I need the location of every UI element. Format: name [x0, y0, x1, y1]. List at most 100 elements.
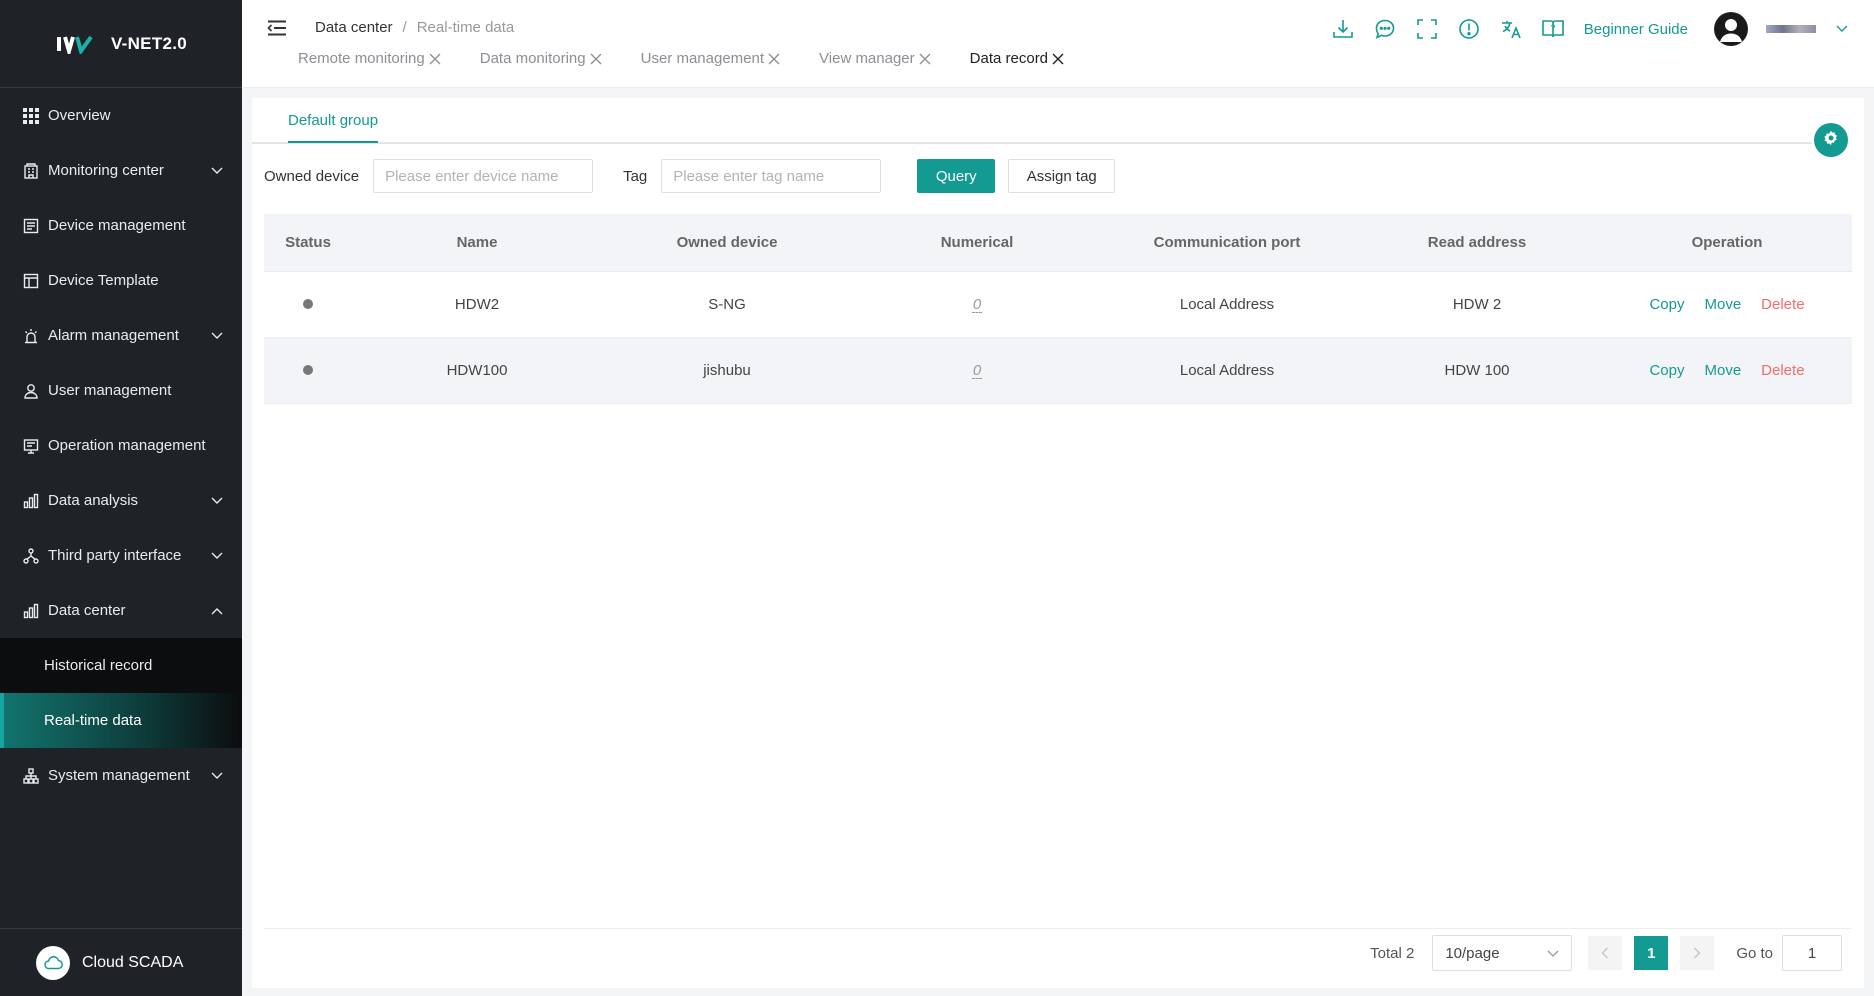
close-icon[interactable] [1051, 52, 1065, 66]
prev-page-button[interactable] [1588, 936, 1623, 970]
fullscreen-icon[interactable] [1414, 16, 1440, 42]
tab-remote-monitoring[interactable]: Remote monitoring [298, 50, 442, 67]
communication-port-cell: Local Address [1179, 362, 1275, 379]
pagination-divider [264, 928, 1852, 929]
copy-button[interactable]: Copy [1649, 296, 1684, 313]
logo[interactable]: V-NET2.0 [0, 0, 242, 88]
tab-data-monitoring[interactable]: Data monitoring [480, 50, 603, 67]
sidebar-item-label: Alarm management [48, 327, 179, 344]
sidebar-item-device-template[interactable]: Device Template [0, 253, 242, 308]
bar-chart-icon [22, 602, 40, 620]
sidebar-item-label: Historical record [44, 657, 153, 674]
sidebar-item-data-analysis[interactable]: Data analysis [0, 473, 242, 528]
sidebar-subitem-historical-record[interactable]: Historical record [0, 638, 242, 693]
goto-page-input[interactable] [1782, 935, 1842, 971]
sidebar-footer[interactable]: Cloud SCADA [0, 928, 242, 996]
tab-label: View manager [819, 50, 915, 67]
chevron-down-icon [210, 164, 224, 178]
name-cell: HDW2 [454, 296, 500, 313]
close-icon[interactable] [767, 52, 781, 66]
sidebar-item-overview[interactable]: Overview [0, 88, 242, 143]
chat-icon[interactable] [1372, 16, 1398, 42]
column-header-operation: Operation [1691, 234, 1763, 251]
sidebar-item-third-party-interface[interactable]: Third party interface [0, 528, 242, 583]
tab-user-management[interactable]: User management [641, 50, 781, 67]
sidebar-item-device-management[interactable]: Device management [0, 198, 242, 253]
tag-label: Tag [623, 167, 648, 185]
sidebar-item-system-management[interactable]: System management [0, 748, 242, 803]
chevron-down-icon[interactable] [1836, 22, 1850, 36]
status-cell [264, 296, 352, 313]
menu-toggle-icon[interactable] [266, 18, 288, 38]
help-book-icon[interactable]: ? [1540, 16, 1566, 42]
sidebar-item-label: Third party interface [48, 547, 182, 564]
app-name: V-NET2.0 [110, 33, 188, 53]
status-cell [264, 362, 352, 379]
bar-chart-icon [22, 492, 40, 510]
column-header-read-address: Read address [1427, 234, 1527, 251]
copy-button[interactable]: Copy [1649, 362, 1684, 379]
close-icon[interactable] [589, 52, 603, 66]
breadcrumb-separator: / [402, 19, 407, 36]
avatar[interactable] [1714, 12, 1748, 46]
breadcrumb-parent[interactable]: Data center [315, 19, 393, 36]
move-button[interactable]: Move [1704, 362, 1741, 379]
alert-icon[interactable] [1456, 16, 1482, 42]
query-button[interactable]: Query [917, 159, 996, 193]
settings-button[interactable] [1814, 123, 1848, 157]
sidebar-item-monitoring-center[interactable]: Monitoring center [0, 143, 242, 198]
page-size-select[interactable]: 10/page [1432, 935, 1573, 971]
pagination: Total 2 10/page 1 Go to [1370, 933, 1842, 973]
header-actions: ? Beginner Guide [1314, 12, 1850, 46]
assign-tag-button[interactable]: Assign tag [1008, 159, 1116, 193]
chevron-up-icon [210, 604, 224, 618]
page-number-current[interactable]: 1 [1634, 936, 1669, 970]
sidebar-item-label: Real-time data [44, 712, 142, 729]
read-address-cell: HDW 2 [1452, 296, 1502, 313]
cloud-icon [36, 945, 70, 980]
delete-button[interactable]: Delete [1761, 296, 1804, 313]
sidebar-item-user-management[interactable]: User management [0, 363, 242, 418]
translate-icon[interactable] [1498, 16, 1524, 42]
sidebar-item-label: Overview [48, 107, 111, 124]
network-icon [22, 547, 40, 565]
chevron-down-icon [210, 494, 224, 508]
beginner-guide-link[interactable]: Beginner Guide [1584, 21, 1688, 38]
chevron-down-icon [210, 769, 224, 783]
content-panel: Default group Owned device Tag Query Ass… [252, 98, 1864, 988]
sidebar-item-label: Operation management [48, 437, 206, 454]
sidebar-item-data-center[interactable]: Data center [0, 583, 242, 638]
tab-label: User management [640, 50, 765, 67]
org-chart-icon [22, 767, 40, 785]
building-icon [22, 162, 40, 180]
tab-view-manager[interactable]: View manager [819, 50, 932, 67]
tab-label: Data record [969, 50, 1049, 67]
tab-default-group[interactable]: Default group [288, 112, 379, 143]
column-header-status: Status [285, 234, 331, 251]
close-icon[interactable] [428, 52, 442, 66]
pagination-total: Total 2 [1370, 944, 1415, 962]
move-button[interactable]: Move [1704, 296, 1741, 313]
cloud-scada-label: Cloud SCADA [82, 953, 184, 971]
tab-data-record[interactable]: Data record [970, 50, 1065, 67]
close-icon[interactable] [918, 52, 932, 66]
next-page-button[interactable] [1680, 936, 1715, 970]
breadcrumb-current: Real-time data [416, 19, 515, 36]
device-name-input[interactable] [373, 159, 594, 193]
chevron-down-icon [1547, 945, 1559, 962]
sidebar-item-alarm-management[interactable]: Alarm management [0, 308, 242, 363]
numerical-value[interactable]: 0 [971, 297, 983, 313]
numerical-value[interactable]: 0 [971, 363, 983, 379]
tab-label: Data monitoring [479, 50, 586, 67]
logo-mark-icon [55, 33, 99, 55]
tag-name-input[interactable] [661, 159, 882, 193]
filter-bar: Owned device Tag Query Assign tag [264, 159, 1116, 193]
username-redacted[interactable] [1766, 25, 1816, 33]
page-size-value: 10/page [1445, 944, 1500, 962]
delete-button[interactable]: Delete [1761, 362, 1804, 379]
owned-device-label: Owned device [264, 167, 360, 185]
sidebar-item-label: Device Template [48, 272, 159, 289]
sidebar-subitem-real-time-data[interactable]: Real-time data [0, 693, 242, 748]
download-icon[interactable] [1330, 16, 1356, 42]
sidebar-item-operation-management[interactable]: Operation management [0, 418, 242, 473]
